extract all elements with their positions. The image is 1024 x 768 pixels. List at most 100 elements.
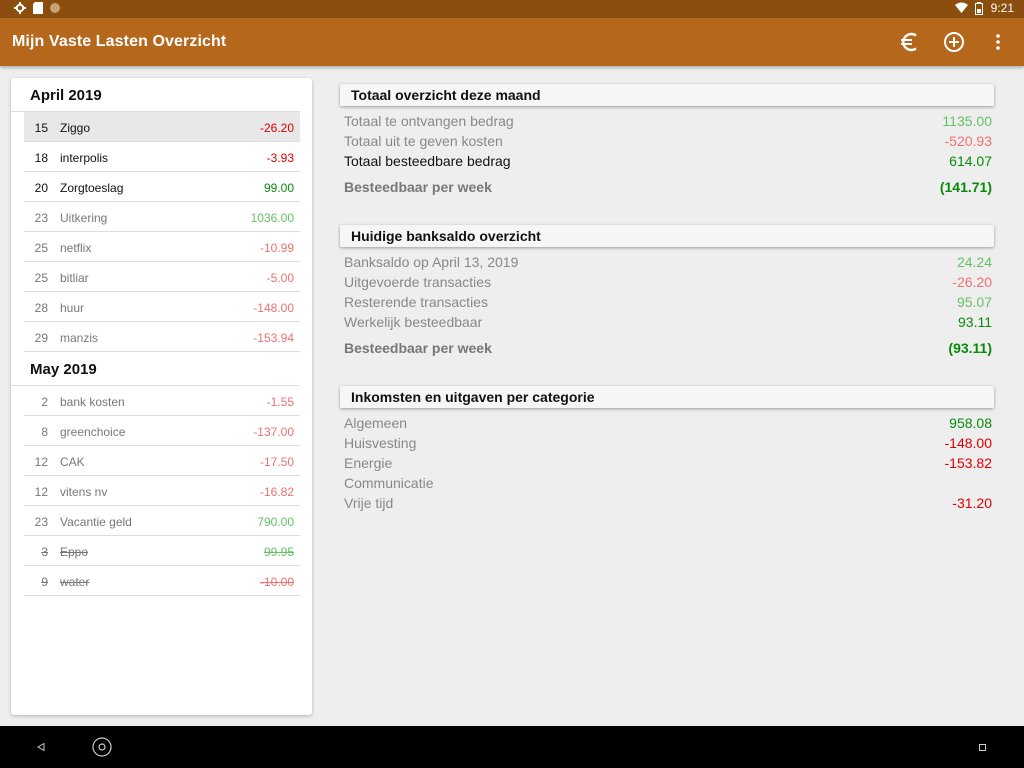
transaction-amount: -10.99 <box>259 241 294 255</box>
summary-row: Besteedbaar per week (93.11) <box>344 336 992 360</box>
transaction-name: bitliar <box>60 271 89 285</box>
transaction-day: 8 <box>41 425 48 439</box>
summary-row: Communicatie <box>344 473 992 493</box>
transaction-row[interactable]: 12 CAK -17.50 <box>24 446 300 476</box>
transaction-amount: -148.00 <box>253 301 294 315</box>
summary-label: Communicatie <box>344 475 434 491</box>
summary-label: Banksaldo op April 13, 2019 <box>344 254 519 270</box>
summary-row: Totaal te ontvangen bedrag 1135.00 <box>344 111 992 131</box>
transaction-amount: -26.20 <box>259 121 294 135</box>
summary-label: Energie <box>344 455 393 471</box>
transaction-day: 25 <box>34 241 48 255</box>
transaction-amount: 1036.00 <box>250 211 294 225</box>
transaction-amount: -10.00 <box>259 575 294 589</box>
summary-label: Totaal besteedbare bedrag <box>344 153 511 169</box>
transaction-day: 9 <box>41 575 48 589</box>
summary-value: (141.71) <box>939 179 992 195</box>
transaction-row[interactable]: 23 Uitkering 1036.00 <box>24 202 300 232</box>
summary-row: Besteedbaar per week (141.71) <box>344 175 992 199</box>
settings-icon <box>14 2 26 14</box>
summary-row: Totaal besteedbare bedrag 614.07 <box>344 151 992 171</box>
transaction-day: 15 <box>34 121 48 135</box>
summary-row: Werkelijk besteedbaar 93.11 <box>344 312 992 332</box>
transaction-day: 3 <box>41 545 48 559</box>
transaction-row[interactable]: 23 Vacantie geld 790.00 <box>24 506 300 536</box>
transaction-name: Ziggo <box>60 121 91 135</box>
more-vert-icon[interactable] <box>986 30 1010 54</box>
summary-value: -26.20 <box>952 274 992 290</box>
transaction-amount: -137.00 <box>253 425 294 439</box>
euro-icon[interactable] <box>898 30 922 54</box>
recents-icon[interactable] <box>975 740 989 754</box>
transaction-name: Uitkering <box>60 211 108 225</box>
wifi-icon <box>954 2 968 14</box>
sd-card-icon <box>32 2 44 14</box>
transaction-amount: -3.93 <box>266 151 294 165</box>
transaction-day: 2 <box>41 395 48 409</box>
section-title: Inkomsten en uitgaven per categorie <box>340 386 994 408</box>
transaction-name: Eppo <box>60 545 89 559</box>
summary-row: Vrije tijd -31.20 <box>344 493 992 513</box>
transaction-row[interactable]: 3 Eppo 99.95 <box>24 536 300 566</box>
transaction-row[interactable]: 9 water -10.00 <box>24 566 300 596</box>
app-bar: Mijn Vaste Lasten Overzicht <box>0 18 1024 66</box>
summary-row: Huisvesting -148.00 <box>344 433 992 453</box>
transaction-row[interactable]: 12 vitens nv -16.82 <box>24 476 300 506</box>
summary-row: Banksaldo op April 13, 2019 24.24 <box>344 252 992 272</box>
summary-value: 93.11 <box>958 314 992 330</box>
transaction-row[interactable]: 18 interpolis -3.93 <box>24 142 300 172</box>
transaction-row[interactable]: 15 Ziggo -26.20 <box>24 112 300 142</box>
transaction-row[interactable]: 2 bank kosten -1.55 <box>24 386 300 416</box>
status-bar: 9:21 <box>0 0 1024 18</box>
transaction-name: CAK <box>60 455 85 469</box>
add-circle-icon[interactable] <box>942 30 966 54</box>
transaction-amount: -153.94 <box>253 331 294 345</box>
month-header: April 2019 <box>11 78 300 112</box>
transaction-row[interactable]: 28 huur -148.00 <box>24 292 300 322</box>
section-title: Totaal overzicht deze maand <box>340 84 994 106</box>
battery-icon <box>973 2 985 15</box>
month-header: May 2019 <box>11 352 300 386</box>
summary-label: Vrije tijd <box>344 495 394 511</box>
status-time: 9:21 <box>990 1 1014 15</box>
transaction-row[interactable]: 25 netflix -10.99 <box>24 232 300 262</box>
transaction-amount: -17.50 <box>259 455 294 469</box>
transaction-day: 29 <box>34 331 48 345</box>
transaction-day: 23 <box>34 211 48 225</box>
summary-value: -31.20 <box>952 495 992 511</box>
transaction-name: water <box>60 575 90 589</box>
summary-value: 24.24 <box>956 254 992 270</box>
back-icon[interactable] <box>34 740 48 754</box>
summary-label: Besteedbaar per week <box>344 340 492 356</box>
transaction-name: interpolis <box>60 151 109 165</box>
transaction-day: 25 <box>34 271 48 285</box>
section-title: Huidige banksaldo overzicht <box>340 225 994 247</box>
overview-section: Totaal overzicht deze maand Totaal te ont… <box>340 84 995 199</box>
summary-value: -520.93 <box>944 133 992 149</box>
transaction-row[interactable]: 25 bitliar -5.00 <box>24 262 300 292</box>
summary-value: -153.82 <box>944 455 992 471</box>
transaction-amount: 790.00 <box>257 515 294 529</box>
summary-value: 614.07 <box>949 153 992 169</box>
summary-label: Besteedbaar per week <box>344 179 492 195</box>
transaction-name: bank kosten <box>60 395 125 409</box>
transaction-name: manzis <box>60 331 99 345</box>
transaction-amount: 99.95 <box>263 545 294 559</box>
transaction-row[interactable]: 29 manzis -153.94 <box>24 322 300 352</box>
summary-label: Werkelijk besteedbaar <box>344 314 483 330</box>
summary-value: -148.00 <box>944 435 992 451</box>
transaction-day: 18 <box>34 151 48 165</box>
transaction-row[interactable]: 8 greenchoice -137.00 <box>24 416 300 446</box>
summary-value: 1135.00 <box>942 113 992 129</box>
summary-label: Uitgevoerde transacties <box>344 274 492 290</box>
transaction-amount: 99.00 <box>263 181 294 195</box>
home-icon[interactable] <box>91 736 113 758</box>
transaction-day: 20 <box>34 181 48 195</box>
transaction-day: 12 <box>34 455 48 469</box>
transaction-name: Vacantie geld <box>60 515 132 529</box>
notification-dot-icon <box>50 3 60 13</box>
transaction-name: huur <box>60 301 85 315</box>
transaction-list-panel: April 2019 15 Ziggo -26.20 18 interpolis -3.93… <box>11 78 312 715</box>
summary-label: Algemeen <box>344 415 408 431</box>
transaction-row[interactable]: 20 Zorgtoeslag 99.00 <box>24 172 300 202</box>
